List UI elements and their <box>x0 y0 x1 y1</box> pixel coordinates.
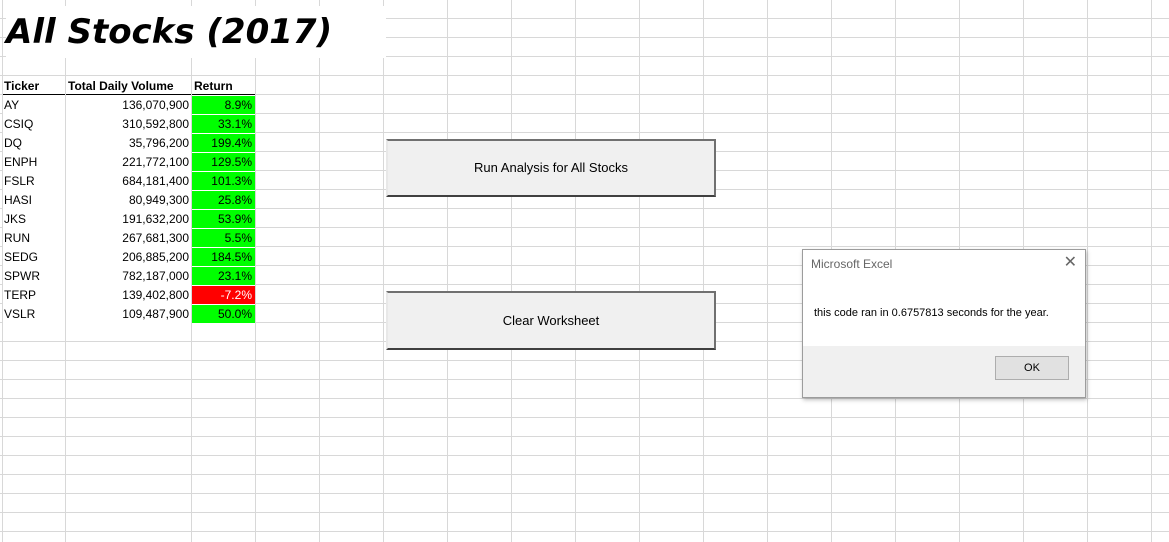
column-line <box>703 0 704 542</box>
column-line <box>447 0 448 542</box>
header-ticker[interactable]: Ticker <box>3 77 65 95</box>
cell-ticker[interactable]: FSLR <box>3 172 65 190</box>
cell-volume[interactable]: 136,070,900 <box>66 96 191 114</box>
cell-volume[interactable]: 191,632,200 <box>66 210 191 228</box>
cell-return[interactable]: 101.3% <box>192 172 255 190</box>
ok-button[interactable]: OK <box>995 356 1069 380</box>
cell-return[interactable]: 184.5% <box>192 248 255 266</box>
cell-return[interactable]: 8.9% <box>192 96 255 114</box>
cell-volume[interactable]: 109,487,900 <box>66 305 191 323</box>
column-line <box>511 0 512 542</box>
header-volume[interactable]: Total Daily Volume <box>66 77 191 95</box>
column-line <box>575 0 576 542</box>
cell-ticker[interactable]: VSLR <box>3 305 65 323</box>
cell-volume[interactable]: 310,592,800 <box>66 115 191 133</box>
cell-return[interactable]: 129.5% <box>192 153 255 171</box>
cell-volume[interactable]: 782,187,000 <box>66 267 191 285</box>
cell-return[interactable]: 50.0% <box>192 305 255 323</box>
column-line <box>639 0 640 542</box>
dialog-footer: OK <box>803 346 1085 397</box>
column-line <box>255 0 256 542</box>
column-line <box>319 0 320 542</box>
cell-ticker[interactable]: SEDG <box>3 248 65 266</box>
cell-ticker[interactable]: DQ <box>3 134 65 152</box>
run-analysis-button[interactable]: Run Analysis for All Stocks <box>386 139 716 197</box>
dialog-title: Microsoft Excel <box>811 257 893 271</box>
sheet-title: All Stocks (2017) <box>6 6 386 58</box>
cell-return[interactable]: 53.9% <box>192 210 255 228</box>
clear-worksheet-button[interactable]: Clear Worksheet <box>386 291 716 350</box>
cell-volume[interactable]: 80,949,300 <box>66 191 191 209</box>
column-line <box>1151 0 1152 542</box>
column-line <box>383 0 384 542</box>
cell-volume[interactable]: 139,402,800 <box>66 286 191 304</box>
dialog-message: this code ran in 0.6757813 seconds for t… <box>814 307 1049 319</box>
cell-volume[interactable]: 267,681,300 <box>66 229 191 247</box>
cell-volume[interactable]: 206,885,200 <box>66 248 191 266</box>
cell-ticker[interactable]: AY <box>3 96 65 114</box>
cell-ticker[interactable]: RUN <box>3 229 65 247</box>
cell-volume[interactable]: 684,181,400 <box>66 172 191 190</box>
cell-ticker[interactable]: JKS <box>3 210 65 228</box>
message-dialog: Microsoft Excel ✕ this code ran in 0.675… <box>802 249 1086 398</box>
cell-return[interactable]: 199.4% <box>192 134 255 152</box>
cell-volume[interactable]: 35,796,200 <box>66 134 191 152</box>
cell-ticker[interactable]: TERP <box>3 286 65 304</box>
cell-ticker[interactable]: HASI <box>3 191 65 209</box>
cell-return[interactable]: 33.1% <box>192 115 255 133</box>
cell-return[interactable]: -7.2% <box>192 286 255 304</box>
cell-ticker[interactable]: ENPH <box>3 153 65 171</box>
cell-return[interactable]: 23.1% <box>192 267 255 285</box>
header-return[interactable]: Return <box>192 77 255 95</box>
column-line <box>767 0 768 542</box>
cell-return[interactable]: 25.8% <box>192 191 255 209</box>
cell-volume[interactable]: 221,772,100 <box>66 153 191 171</box>
close-icon[interactable]: ✕ <box>1064 254 1077 272</box>
cell-return[interactable]: 5.5% <box>192 229 255 247</box>
column-line <box>1087 0 1088 542</box>
cell-ticker[interactable]: CSIQ <box>3 115 65 133</box>
cell-ticker[interactable]: SPWR <box>3 267 65 285</box>
